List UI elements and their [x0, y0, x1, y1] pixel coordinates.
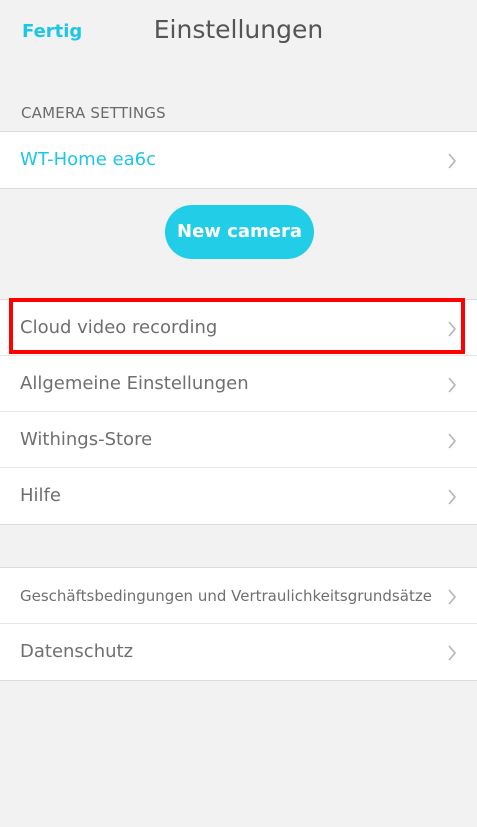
menu-item-help[interactable]: Hilfe [0, 468, 477, 524]
menu-item-privacy[interactable]: Datenschutz [0, 624, 477, 680]
chevron-right-icon [448, 433, 457, 449]
menu-item-terms[interactable]: Geschäftsbedingungen und Vertraulichkeit… [0, 568, 477, 624]
camera-settings-section-header: CAMERA SETTINGS [21, 104, 166, 122]
menu-item-label: Withings-Store [20, 429, 153, 450]
chevron-right-icon [448, 377, 457, 393]
camera-row[interactable]: WT-Home ea6c [0, 132, 477, 188]
chevron-right-icon [448, 489, 457, 505]
navigation-bar: Fertig Einstellungen [0, 0, 477, 64]
new-camera-button[interactable]: New camera [165, 205, 314, 259]
menu-item-general-settings[interactable]: Allgemeine Einstellungen [0, 356, 477, 412]
menu-item-label: Datenschutz [20, 641, 134, 662]
menu-item-label: Allgemeine Einstellungen [20, 373, 249, 394]
menu-item-label: Hilfe [20, 485, 61, 506]
camera-list: WT-Home ea6c [0, 131, 477, 189]
menu-item-label: Geschäftsbedingungen und Vertraulichkeit… [20, 587, 432, 605]
settings-screen: Fertig Einstellungen CAMERA SETTINGS WT-… [0, 0, 477, 827]
chevron-right-icon [448, 645, 457, 661]
highlight-box [9, 298, 465, 354]
camera-name-label: WT-Home ea6c [20, 149, 156, 170]
menu-item-withings-store[interactable]: Withings-Store [0, 412, 477, 468]
chevron-right-icon [448, 589, 457, 605]
chevron-right-icon [448, 153, 457, 169]
legal-menu: Geschäftsbedingungen und Vertraulichkeit… [0, 567, 477, 681]
page-title: Einstellungen [153, 15, 324, 44]
